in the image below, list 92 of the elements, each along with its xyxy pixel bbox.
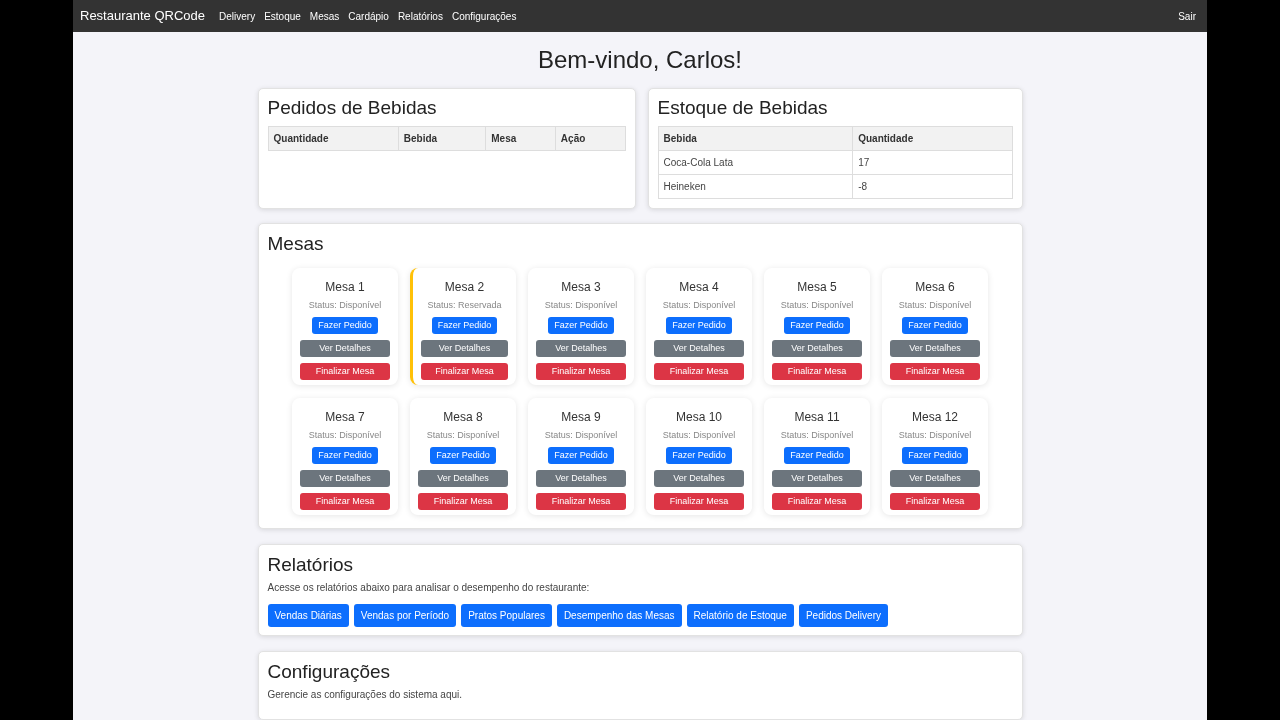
table-status: Status: Disponível xyxy=(426,430,500,441)
table-header-cell: Ação xyxy=(555,126,625,151)
order-button[interactable]: Fazer Pedido xyxy=(666,317,732,334)
details-button[interactable]: Ver Detalhes xyxy=(536,340,626,357)
table-status: Status: Disponível xyxy=(780,300,854,311)
finish-button[interactable]: Finalizar Mesa xyxy=(536,493,626,510)
welcome-heading: Bem-vindo, Carlos! xyxy=(536,46,744,74)
finish-button[interactable]: Finalizar Mesa xyxy=(890,493,980,510)
finish-button[interactable]: Finalizar Mesa xyxy=(418,493,508,510)
table-cell: Coca-Cola Lata xyxy=(658,150,853,175)
report-button[interactable]: Pedidos Delivery xyxy=(798,604,888,627)
table-header-cell: Mesa xyxy=(485,126,556,151)
section-title: Pedidos de Bebidas xyxy=(267,96,437,120)
order-button[interactable]: Fazer Pedido xyxy=(784,317,850,334)
table-status: Status: Disponível xyxy=(544,430,618,441)
finish-button[interactable]: Finalizar Mesa xyxy=(421,363,508,380)
nav-link[interactable]: Delivery xyxy=(219,8,256,24)
table-status: Status: Disponível xyxy=(544,300,618,311)
finish-button[interactable]: Finalizar Mesa xyxy=(654,493,744,510)
nav-link[interactable]: Configurações xyxy=(451,8,517,24)
table-cell: 17 xyxy=(852,150,1012,175)
table-status: Status: Disponível xyxy=(308,300,382,311)
table-name: Mesa 5 xyxy=(797,280,837,295)
details-button[interactable]: Ver Detalhes xyxy=(300,470,390,487)
logout-link[interactable]: Sair xyxy=(1178,8,1196,24)
table-name: Mesa 12 xyxy=(912,410,958,425)
order-button[interactable]: Fazer Pedido xyxy=(548,447,614,464)
section-title: Estoque de Bebidas xyxy=(657,96,828,120)
section-description: Acesse os relatórios abaixo para analisar o desempenho do restaurante: xyxy=(267,582,591,594)
nav-link[interactable]: Estoque xyxy=(264,8,301,24)
finish-button[interactable]: Finalizar Mesa xyxy=(536,363,626,380)
table-name: Mesa 2 xyxy=(444,280,485,295)
details-button[interactable]: Ver Detalhes xyxy=(654,340,744,357)
nav-link[interactable]: Mesas xyxy=(309,8,340,24)
order-button[interactable]: Fazer Pedido xyxy=(784,447,850,464)
table-name: Mesa 10 xyxy=(676,410,722,425)
table-header-cell: Bebida xyxy=(658,126,853,151)
order-button[interactable]: Fazer Pedido xyxy=(666,447,732,464)
finish-button[interactable]: Finalizar Mesa xyxy=(300,363,390,380)
details-button[interactable]: Ver Detalhes xyxy=(654,470,744,487)
report-button[interactable]: Vendas por Período xyxy=(353,604,457,627)
table-status: Status: Disponível xyxy=(308,430,382,441)
section-title: Configurações xyxy=(267,660,391,684)
table-status: Status: Disponível xyxy=(898,300,972,311)
order-button[interactable]: Fazer Pedido xyxy=(902,317,968,334)
table-name: Mesa 4 xyxy=(679,280,719,295)
nav-link[interactable]: Relatórios xyxy=(397,8,443,24)
details-button[interactable]: Ver Detalhes xyxy=(536,470,626,487)
section-title: Relatórios xyxy=(267,553,354,577)
table-cell: -8 xyxy=(852,174,1012,199)
report-button[interactable]: Vendas Diárias xyxy=(267,604,349,627)
order-button[interactable]: Fazer Pedido xyxy=(431,317,498,334)
finish-button[interactable]: Finalizar Mesa xyxy=(300,493,390,510)
table-name: Mesa 1 xyxy=(325,280,365,295)
details-button[interactable]: Ver Detalhes xyxy=(772,470,862,487)
order-button[interactable]: Fazer Pedido xyxy=(312,447,378,464)
table-status: Status: Disponível xyxy=(898,430,972,441)
table-status: Status: Disponível xyxy=(780,430,854,441)
table-name: Mesa 6 xyxy=(915,280,955,295)
report-button[interactable]: Desempenho das Mesas xyxy=(556,604,682,627)
report-button[interactable]: Relatório de Estoque xyxy=(686,604,794,627)
finish-button[interactable]: Finalizar Mesa xyxy=(890,363,980,380)
details-button[interactable]: Ver Detalhes xyxy=(772,340,862,357)
finish-button[interactable]: Finalizar Mesa xyxy=(654,363,744,380)
table-header-cell: Quantidade xyxy=(852,126,1012,151)
table-name: Mesa 8 xyxy=(443,410,483,425)
finish-button[interactable]: Finalizar Mesa xyxy=(772,363,862,380)
table-status: Status: Disponível xyxy=(662,430,736,441)
table-status: Status: Reservada xyxy=(427,300,502,311)
report-button[interactable]: Pratos Populares xyxy=(461,604,552,627)
table-header-cell: Bebida xyxy=(398,126,486,151)
order-button[interactable]: Fazer Pedido xyxy=(430,447,496,464)
order-button[interactable]: Fazer Pedido xyxy=(312,317,378,334)
section-description: Gerencie as configurações do sistema aqui. xyxy=(267,689,464,701)
table-cell: Heineken xyxy=(658,174,853,199)
table-name: Mesa 11 xyxy=(794,410,840,425)
brand-link[interactable]: Restaurante QRCode xyxy=(80,6,205,26)
details-button[interactable]: Ver Detalhes xyxy=(890,470,980,487)
details-button[interactable]: Ver Detalhes xyxy=(421,340,508,357)
details-button[interactable]: Ver Detalhes xyxy=(418,470,508,487)
order-button[interactable]: Fazer Pedido xyxy=(548,317,614,334)
order-button[interactable]: Fazer Pedido xyxy=(902,447,968,464)
details-button[interactable]: Ver Detalhes xyxy=(300,340,390,357)
table-name: Mesa 3 xyxy=(561,280,601,295)
table-status: Status: Disponível xyxy=(662,300,736,311)
finish-button[interactable]: Finalizar Mesa xyxy=(772,493,862,510)
table-name: Mesa 7 xyxy=(325,410,365,425)
table-header-cell: Quantidade xyxy=(268,126,399,151)
details-button[interactable]: Ver Detalhes xyxy=(890,340,980,357)
section-title: Mesas xyxy=(267,232,324,256)
nav-link[interactable]: Cardápio xyxy=(348,8,389,24)
table-name: Mesa 9 xyxy=(561,410,601,425)
